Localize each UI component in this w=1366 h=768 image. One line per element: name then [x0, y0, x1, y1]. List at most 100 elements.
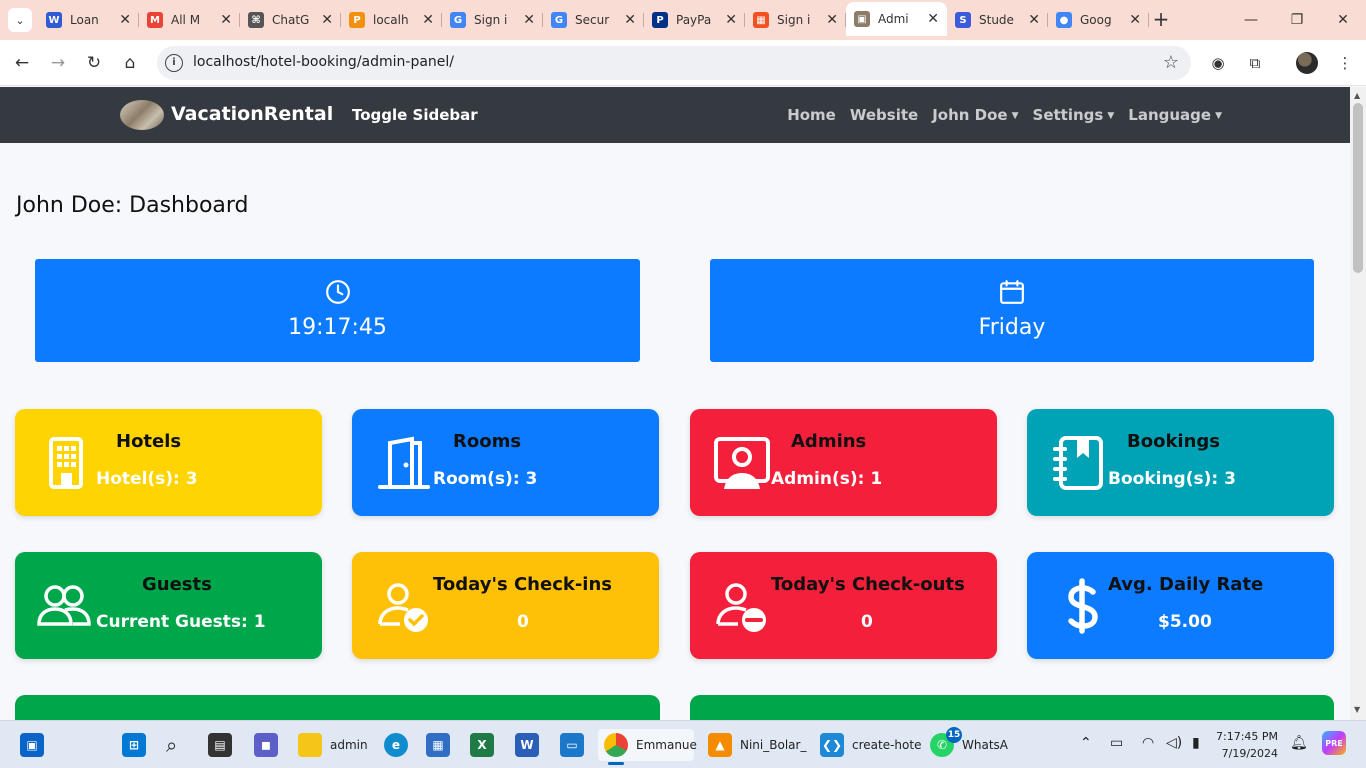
caret-down-icon: ▼: [1011, 111, 1019, 121]
nav-home-link[interactable]: Home: [787, 106, 836, 124]
caret-down-icon: ▼: [1215, 111, 1222, 121]
address-bar[interactable]: i localhost/hotel-booking/admin-panel/ ☆: [157, 46, 1191, 80]
copilot-icon[interactable]: PRE: [1322, 731, 1346, 755]
tray-display-icon[interactable]: ▭: [1110, 735, 1123, 751]
browser-tab[interactable]: W Loan ✕: [38, 6, 139, 34]
brand-logo[interactable]: [120, 100, 164, 130]
url-text[interactable]: localhost/hotel-booking/admin-panel/: [193, 54, 454, 70]
nav-settings-dropdown[interactable]: Settings ▼: [1033, 106, 1115, 124]
bookings-card[interactable]: Bookings Booking(s): 3: [1027, 409, 1334, 516]
meet-camera-icon[interactable]: ◼: [254, 729, 278, 761]
browser-tab[interactable]: Plocalh ✕: [341, 6, 442, 34]
tab-close-icon[interactable]: ✕: [1129, 12, 1141, 28]
taskbar-vscode[interactable]: ❮❯ create-hote: [820, 729, 921, 761]
tab-close-icon[interactable]: ✕: [927, 11, 939, 27]
checkins-title: Today's Check-ins: [433, 574, 612, 595]
browser-menu-icon[interactable]: ⋮: [1333, 51, 1357, 75]
profile-avatar[interactable]: [1296, 52, 1318, 74]
taskbar-file-explorer[interactable]: admin: [298, 729, 368, 761]
chart-card-left: [15, 695, 660, 720]
scroll-down-icon[interactable]: ▼: [1354, 705, 1360, 714]
hotels-card[interactable]: Hotels Hotel(s): 3: [15, 409, 322, 516]
reload-icon[interactable]: ↻: [82, 51, 106, 75]
app-navbar: VacationRental Toggle Sidebar Home Websi…: [0, 87, 1350, 143]
extensions-puzzle-icon[interactable]: ⧉: [1243, 51, 1267, 75]
system-clock[interactable]: 7:17:45 PM 7/19/2024: [1216, 728, 1278, 762]
hotels-count: Hotel(s): 3: [96, 469, 198, 489]
forward-icon[interactable]: →: [46, 51, 70, 75]
tab-title: Goog: [1080, 13, 1112, 27]
taskbar-vlc-label: Nini_Bolar_: [740, 738, 807, 752]
tab-close-icon[interactable]: ✕: [220, 12, 232, 28]
tab-close-icon[interactable]: ✕: [422, 12, 434, 28]
checkins-card[interactable]: Today's Check-ins 0: [352, 552, 659, 659]
taskbar-whatsapp[interactable]: ✆ WhatsA: [930, 729, 1008, 761]
new-tab-button[interactable]: +: [1150, 8, 1172, 30]
clock-time: 19:17:45: [288, 315, 387, 340]
avg-daily-rate-card[interactable]: Avg. Daily Rate $5.00: [1027, 552, 1334, 659]
scrollbar-thumb[interactable]: [1353, 103, 1363, 273]
tab-title: Admi: [878, 12, 909, 26]
site-info-icon[interactable]: i: [165, 54, 183, 72]
tab-close-icon[interactable]: ✕: [1028, 12, 1040, 28]
browser-toolbar: ← → ↻ ⌂ i localhost/hotel-booking/admin-…: [0, 40, 1366, 86]
bookmark-star-icon[interactable]: ☆: [1163, 52, 1179, 73]
tab-close-icon[interactable]: ✕: [624, 12, 636, 28]
volume-icon[interactable]: ◁): [1166, 735, 1182, 751]
tab-favicon-icon: G: [450, 12, 466, 28]
browser-tab[interactable]: G Secur ✕: [543, 6, 644, 34]
store-icon[interactable]: ▦: [426, 729, 450, 761]
browser-tab[interactable]: M All M ✕: [139, 6, 240, 34]
excel-icon[interactable]: X: [470, 729, 494, 761]
browser-tab[interactable]: G Sign i ✕: [442, 6, 543, 34]
wifi-icon[interactable]: ◠: [1142, 735, 1154, 751]
browser-tab[interactable]: ● Goog ✕: [1048, 6, 1149, 34]
tab-close-icon[interactable]: ✕: [321, 12, 333, 28]
tab-favicon-icon: ▣: [854, 11, 870, 27]
tab-close-icon[interactable]: ✕: [725, 12, 737, 28]
battery-icon[interactable]: ▮: [1192, 735, 1200, 751]
tab-close-icon[interactable]: ✕: [826, 12, 838, 28]
admins-card[interactable]: Admins Admin(s): 1: [690, 409, 997, 516]
hotels-title: Hotels: [116, 431, 182, 452]
toggle-sidebar-button[interactable]: Toggle Sidebar: [352, 106, 478, 124]
notification-bell-icon[interactable]: 🔔︎: [1290, 735, 1308, 751]
browser-tab[interactable]: S Stude ✕: [947, 6, 1048, 34]
scroll-up-icon[interactable]: ▲: [1354, 91, 1360, 100]
tab-title: Sign i: [777, 13, 811, 27]
page-scrollbar[interactable]: ▲ ▼: [1350, 87, 1366, 720]
start-windows-icon[interactable]: ⊞: [122, 729, 146, 761]
remote-desktop-icon[interactable]: ▭: [560, 729, 584, 761]
guests-card[interactable]: Guests Current Guests: 1: [15, 552, 322, 659]
extension-chat-icon[interactable]: ◉: [1206, 51, 1230, 75]
home-icon[interactable]: ⌂: [118, 51, 142, 75]
tab-search-chevron-icon[interactable]: ⌄: [8, 8, 32, 32]
checkins-count: 0: [517, 612, 529, 632]
taskbar-chrome[interactable]: Emmanue: [598, 729, 697, 765]
task-view-icon[interactable]: ▤: [208, 729, 232, 761]
rooms-card[interactable]: Rooms Room(s): 3: [352, 409, 659, 516]
checkouts-card[interactable]: Today's Check-outs 0: [690, 552, 997, 659]
browser-tab[interactable]: ▦ Sign i ✕: [745, 6, 846, 34]
brand-name[interactable]: VacationRental: [171, 103, 333, 125]
edge-icon[interactable]: e: [384, 729, 408, 761]
taskbar-vlc[interactable]: ▲ Nini_Bolar_: [708, 729, 806, 761]
back-icon[interactable]: ←: [10, 51, 34, 75]
nav-language-dropdown[interactable]: Language ▼: [1128, 106, 1222, 124]
restore-icon[interactable]: ❐: [1274, 0, 1320, 40]
close-window-icon[interactable]: ✕: [1320, 0, 1366, 40]
nav-links: Home Website John Doe ▼ Settings ▼ Languag…: [787, 106, 1222, 124]
browser-tab[interactable]: P PayPa ✕: [644, 6, 745, 34]
tab-close-icon[interactable]: ✕: [119, 12, 131, 28]
minimize-icon[interactable]: —: [1228, 0, 1274, 40]
browser-tab[interactable]: ⌘ ChatG ✕: [240, 6, 341, 34]
tab-close-icon[interactable]: ✕: [523, 12, 535, 28]
bookings-count: Booking(s): 3: [1108, 469, 1236, 489]
word-icon[interactable]: W: [515, 729, 539, 761]
browser-tab[interactable]: ▣ Admi ✕: [846, 2, 947, 36]
tray-chevron-up-icon[interactable]: ⌃: [1080, 735, 1092, 751]
nav-website-link[interactable]: Website: [850, 106, 918, 124]
widgets-icon[interactable]: ▣: [20, 729, 44, 761]
search-icon[interactable]: ⌕: [166, 729, 177, 761]
nav-user-dropdown[interactable]: John Doe ▼: [932, 106, 1018, 124]
